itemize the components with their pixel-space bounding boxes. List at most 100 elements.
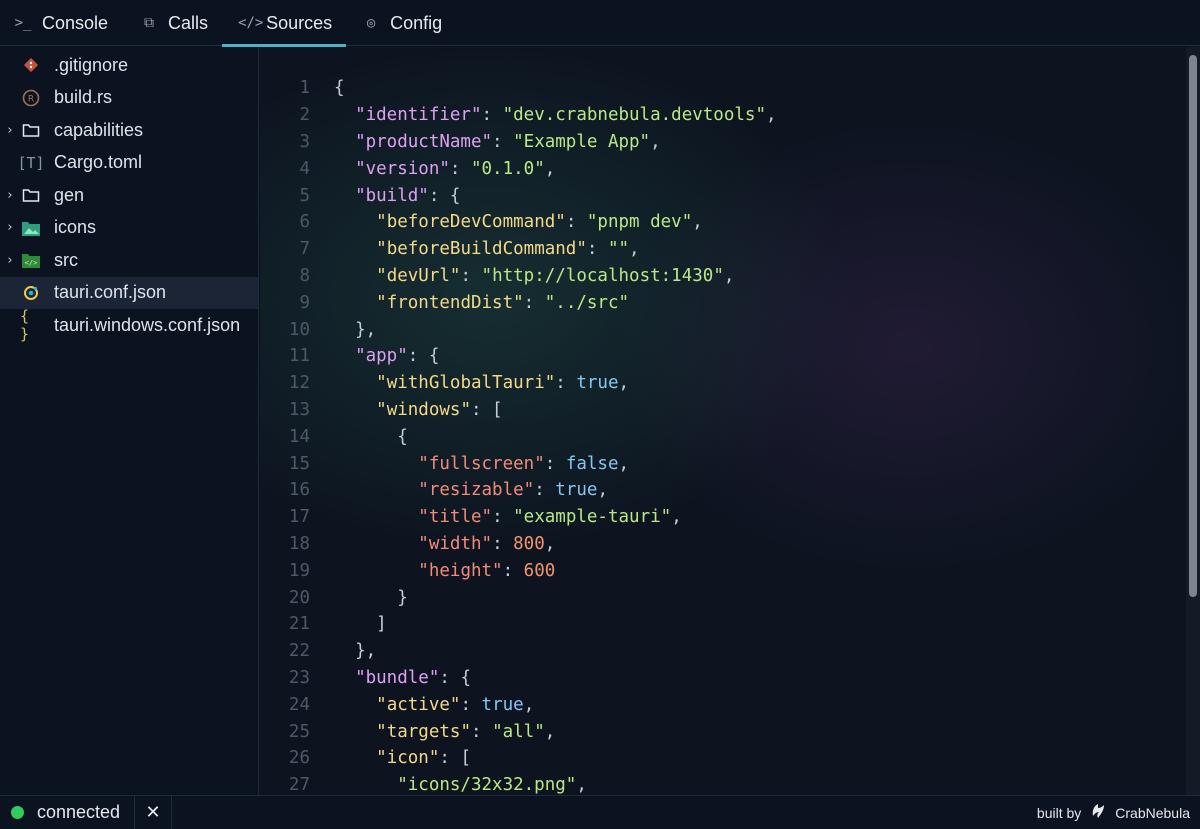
code-token: "frontendDist" xyxy=(376,292,524,313)
tab-console[interactable]: >_ Console xyxy=(0,0,122,46)
code-token: "icons/32x32.png" xyxy=(397,775,577,795)
code-token: , xyxy=(544,533,556,554)
code-line[interactable]: 1{ xyxy=(260,75,344,102)
code-text: "height": 600 xyxy=(310,561,555,581)
chevron-right-icon[interactable]: › xyxy=(0,188,20,203)
code-text: "build": { xyxy=(310,186,460,206)
code-editor[interactable]: 1{2 "identifier": "dev.crabnebula.devtoo… xyxy=(260,47,1200,795)
code-text: "title": "example-tauri", xyxy=(310,507,682,528)
code-line[interactable]: 3 "productName": "Example App", xyxy=(260,129,660,156)
code-token: "build" xyxy=(355,185,429,206)
code-line[interactable]: 2 "identifier": "dev.crabnebula.devtools… xyxy=(260,102,776,129)
code-token: "bundle" xyxy=(355,667,440,688)
code-line[interactable]: 9 "frontendDist": "../src" xyxy=(260,289,629,316)
code-token: "example-tauri" xyxy=(513,507,672,528)
code-line[interactable]: 19 "height": 600 xyxy=(260,557,555,584)
tab-calls[interactable]: ⧉ Calls xyxy=(122,0,222,46)
code-token: }, xyxy=(334,641,377,662)
folder-item[interactable]: › icons xyxy=(0,212,258,245)
code-token: "windows" xyxy=(376,399,471,420)
scrollbar-track[interactable] xyxy=(1186,47,1200,795)
code-text: ] xyxy=(310,614,387,634)
code-line[interactable]: 6 "beforeDevCommand": "pnpm dev", xyxy=(260,209,702,236)
code-text: } xyxy=(310,588,408,608)
code-line[interactable]: 20 } xyxy=(260,584,408,611)
code-line[interactable]: 13 "windows": [ xyxy=(260,397,503,424)
line-number: 13 xyxy=(288,399,310,420)
code-token: , xyxy=(671,507,682,528)
folder-item[interactable]: › gen xyxy=(0,179,258,212)
file-name: tauri.conf.json xyxy=(54,282,167,303)
crabnebula-logo-icon xyxy=(1089,802,1107,823)
code-line[interactable]: 18 "width": 800, xyxy=(260,531,555,558)
chevron-right-icon[interactable]: › xyxy=(0,123,20,138)
code-line[interactable]: 22 }, xyxy=(260,638,376,665)
tab-sources[interactable]: </> Sources xyxy=(222,0,347,47)
code-line[interactable]: 23 "bundle": { xyxy=(260,665,471,692)
line-number: 16 xyxy=(288,480,310,501)
code-token: "icon" xyxy=(376,748,440,769)
code-token: "productName" xyxy=(355,131,493,152)
folder-item[interactable]: › capabilities xyxy=(0,114,258,147)
folder-item[interactable]: › </> src xyxy=(0,244,258,277)
code-line[interactable]: 7 "beforeBuildCommand": "", xyxy=(260,236,640,263)
file-item[interactable]: { } tauri.windows.conf.json xyxy=(0,307,258,344)
file-item[interactable]: tauri.conf.json xyxy=(0,276,258,309)
code-token: : xyxy=(492,507,514,528)
code-token: : xyxy=(492,533,514,554)
code-line[interactable]: 15 "fullscreen": false, xyxy=(260,450,629,477)
tab-config[interactable]: ◎ Config xyxy=(346,0,456,46)
code-line[interactable]: 10 }, xyxy=(260,316,376,343)
code-token: "0.1.0" xyxy=(470,158,545,179)
disconnect-button[interactable]: ✕ xyxy=(134,795,173,829)
status-bar: connected ✕ built by CrabNebula xyxy=(0,795,1200,829)
chevron-right-icon[interactable]: › xyxy=(0,220,20,235)
chevron-right-icon[interactable]: › xyxy=(0,253,20,268)
line-number: 9 xyxy=(299,292,310,313)
file-name: .gitignore xyxy=(54,54,129,75)
line-number: 25 xyxy=(288,721,310,742)
code-line[interactable]: 16 "resizable": true, xyxy=(260,477,608,504)
code-line[interactable]: 27 "icons/32x32.png", xyxy=(260,772,587,795)
line-number: 19 xyxy=(288,560,310,581)
code-line[interactable]: 8 "devUrl": "http://localhost:1430", xyxy=(260,263,734,290)
line-number: 8 xyxy=(299,265,310,286)
file-name: Cargo.toml xyxy=(54,152,143,173)
code-line[interactable]: 24 "active": true, xyxy=(260,691,534,718)
code-token: , xyxy=(629,239,640,260)
code-line[interactable]: 11 "app": { xyxy=(260,343,439,370)
code-line[interactable]: 4 "version": "0.1.0", xyxy=(260,155,555,182)
code-token: : xyxy=(492,131,514,152)
json-icon: { } xyxy=(20,307,30,344)
code-token: : xyxy=(460,265,482,286)
code-line[interactable]: 5 "build": { xyxy=(260,182,460,209)
file-name: capabilities xyxy=(54,119,144,140)
file-item[interactable]: Rbuild.rs xyxy=(0,82,258,115)
tab-label: Config xyxy=(390,12,443,33)
code-token: "dev.crabnebula.devtools" xyxy=(502,105,766,126)
code-token: "app" xyxy=(355,346,408,367)
code-line[interactable]: 21 ] xyxy=(260,611,387,638)
file-item[interactable]: .gitignore xyxy=(0,49,258,82)
code-token: true xyxy=(555,480,598,501)
code-line[interactable]: 17 "title": "example-tauri", xyxy=(260,504,682,531)
code-token: "beforeDevCommand" xyxy=(376,212,566,233)
code-token: : xyxy=(565,212,587,233)
code-token: : { xyxy=(428,185,461,206)
code-line[interactable]: 14 { xyxy=(260,423,408,450)
line-number: 18 xyxy=(288,533,310,554)
code-token: , xyxy=(618,373,630,394)
scrollbar-thumb[interactable] xyxy=(1189,55,1197,597)
built-by[interactable]: built by CrabNebula xyxy=(1037,802,1190,823)
code-line[interactable]: 25 "targets": "all", xyxy=(260,718,555,745)
code-token: true xyxy=(481,694,524,715)
code-line[interactable]: 12 "withGlobalTauri": true, xyxy=(260,370,629,397)
code-text: "icons/32x32.png", xyxy=(310,775,587,795)
code-token: "version" xyxy=(355,158,450,179)
code-line[interactable]: 26 "icon": [ xyxy=(260,745,471,772)
file-item[interactable]: [T] Cargo.toml xyxy=(0,147,258,180)
